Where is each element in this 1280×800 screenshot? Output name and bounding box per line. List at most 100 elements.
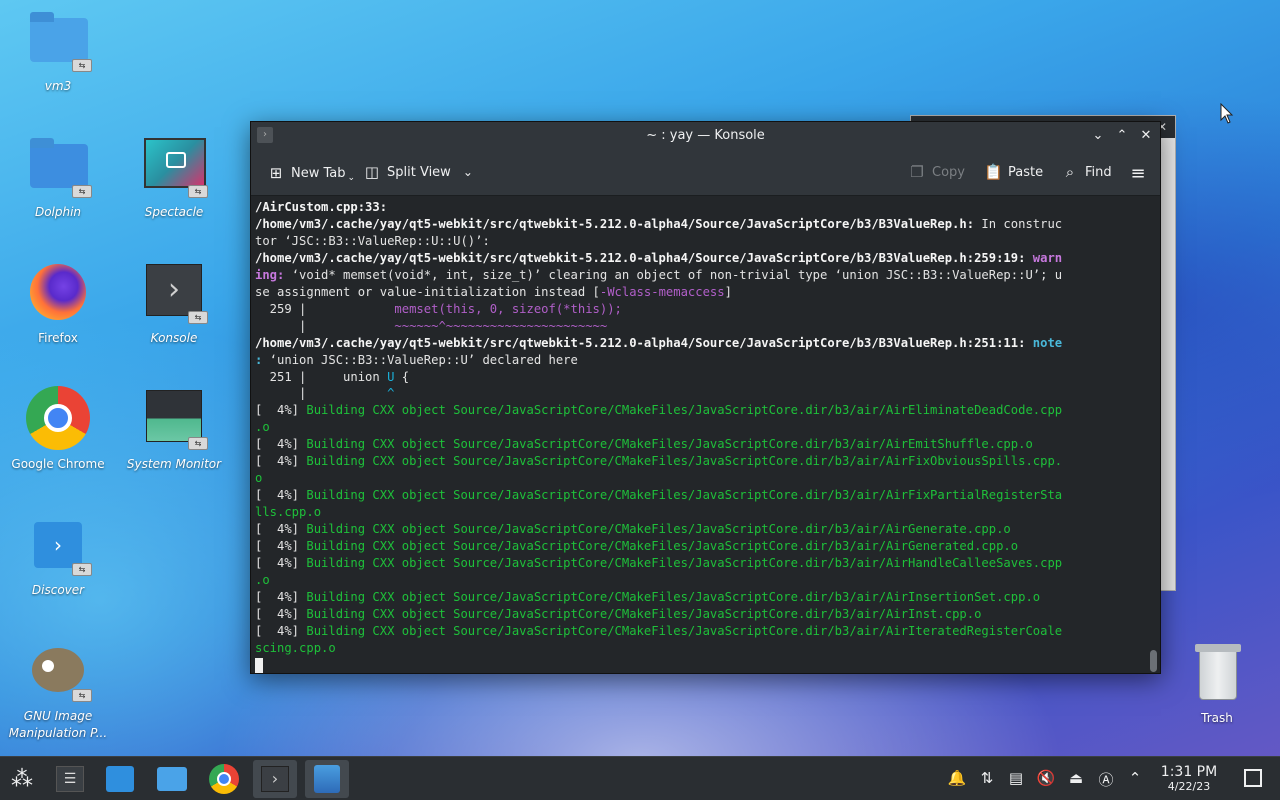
terminal-line: se assignment or value-initialization in…	[255, 284, 732, 299]
window-title: ~ : yay — Konsole	[646, 128, 765, 143]
firefox-icon	[26, 260, 90, 324]
folder-icon: ⇆	[26, 8, 92, 72]
terminal-line: [ 4%] Building CXX object Source/JavaScr…	[255, 606, 982, 621]
terminal-line: : ‘union JSC::B3::ValueRep::U’ declared …	[255, 352, 578, 367]
desktop-icon-discover[interactable]: › ⇆ Discover	[3, 512, 113, 599]
volume-muted-icon[interactable]: 🔇	[1036, 769, 1056, 787]
new-tab-label: New Tab	[291, 165, 346, 181]
terminal-line: /home/vm3/.cache/yay/qt5-webkit/src/qtwe…	[255, 250, 1063, 265]
settings-icon: ☰	[56, 766, 84, 792]
terminal-line: [ 4%] Building CXX object Source/JavaScr…	[255, 539, 1019, 554]
taskbar: ⁂ ☰ › 🔔 ⇅ ▤ 🔇 ⏏ Ⓐ ⌃ 1:31 PM 4/22/23	[0, 756, 1280, 800]
close-icon[interactable]: ✕	[1138, 126, 1154, 146]
desktop-icon-label: Konsole	[150, 331, 198, 345]
find-button[interactable]: ⌕ Find	[1061, 163, 1112, 181]
konsole-window[interactable]: › ~ : yay — Konsole ⌄ ⌃ ✕ ⊞ New Tab ⌄ ◫ …	[250, 121, 1161, 674]
desktop-icon-label: Firefox	[38, 331, 78, 345]
new-tab-button[interactable]: ⊞ New Tab ⌄	[267, 163, 355, 183]
konsole-icon: › ⇆	[142, 260, 208, 324]
trash-icon	[1185, 640, 1249, 704]
hamburger-menu-button[interactable]: ≡	[1129, 163, 1147, 184]
spectacle-icon: ⇆	[142, 134, 208, 198]
desktop-icon-vm3[interactable]: ⇆ vm3	[3, 8, 113, 95]
terminal-line: [ 4%] Building CXX object Source/JavaScr…	[255, 589, 1041, 604]
terminal-line: [ 4%] Building CXX object Source/JavaScr…	[255, 403, 1063, 418]
notifications-icon[interactable]: 🔔	[947, 769, 967, 787]
paste-icon: 📋	[984, 163, 1003, 181]
konsole-toolbar: ⊞ New Tab ⌄ ◫ Split View ⌄ ❐ Copy 📋 Past…	[251, 150, 1160, 196]
terminal-line: ing: ‘void* memset(void*, int, size_t)’ …	[255, 267, 1063, 282]
chevron-down-icon: ⌄	[462, 165, 473, 179]
desktop-icon-label: vm3	[44, 79, 72, 93]
taskbar-discover[interactable]	[98, 760, 142, 798]
app-icon	[314, 765, 340, 793]
kde-launcher-icon: ⁂	[11, 766, 33, 792]
terminal-scrollbar[interactable]	[1146, 197, 1160, 673]
terminal-line: o	[255, 471, 263, 486]
taskbar-dolphin[interactable]	[150, 760, 194, 798]
split-view-button[interactable]: ◫ Split View ⌄	[363, 163, 473, 181]
desktop-icon-label: Discover	[31, 583, 85, 597]
folder-icon	[157, 767, 187, 791]
taskbar-yakuake[interactable]	[305, 760, 349, 798]
scrollbar-thumb[interactable]	[1150, 650, 1157, 672]
application-launcher[interactable]: ⁂	[0, 760, 44, 798]
input-method-icon[interactable]: Ⓐ	[1096, 769, 1116, 790]
desktop-icon-system-monitor[interactable]: ⇆ System Monitor	[119, 386, 229, 473]
terminal-line: 251 | union U {	[255, 369, 410, 384]
digital-clock[interactable]: 1:31 PM 4/22/23	[1153, 764, 1225, 794]
konsole-titlebar[interactable]: › ~ : yay — Konsole ⌄ ⌃ ✕	[251, 122, 1160, 150]
desktop-icon-trash[interactable]: Trash	[1162, 640, 1272, 727]
terminal-prompt[interactable]	[255, 657, 1146, 673]
terminal-line: [ 4%] Building CXX object Source/JavaScr…	[255, 556, 1063, 571]
network-icon[interactable]: ⇅	[977, 769, 997, 787]
terminal-line: scing.cpp.o	[255, 640, 336, 655]
mouse-pointer-icon	[1220, 103, 1234, 124]
usb-device-icon[interactable]: ⏏	[1066, 769, 1086, 787]
copy-icon: ❐	[910, 163, 924, 181]
paste-label: Paste	[1008, 164, 1044, 180]
terminal-line: [ 4%] Building CXX object Source/JavaScr…	[255, 437, 1033, 452]
menu-icon: ≡	[1130, 163, 1146, 184]
terminal-line: tor ‘JSC::B3::ValueRep::U::U()’:	[255, 233, 490, 248]
maximize-icon[interactable]: ⌃	[1114, 126, 1130, 146]
terminal-line: 259 | memset(this, 0, sizeof(*this));	[255, 301, 622, 316]
show-desktop-icon[interactable]	[1244, 769, 1262, 787]
terminal-output[interactable]: /AirCustom.cpp:33: /home/vm3/.cache/yay/q…	[251, 197, 1146, 673]
clipboard-icon[interactable]: ▤	[1006, 769, 1026, 787]
chevron-down-icon: ⌄	[347, 173, 356, 183]
minimize-icon[interactable]: ⌄	[1090, 126, 1106, 146]
discover-icon: › ⇆	[26, 512, 92, 576]
dolphin-icon: ⇆	[26, 134, 92, 198]
desktop-icon-spectacle[interactable]: ⇆ Spectacle	[119, 134, 229, 221]
desktop-icon-konsole[interactable]: › ⇆ Konsole	[119, 260, 229, 347]
desktop-icon-label: Google Chrome	[11, 457, 105, 471]
copy-label: Copy	[932, 164, 965, 180]
chevron-up-icon[interactable]: ⌃	[1125, 769, 1145, 787]
clock-date: 4/22/23	[1167, 780, 1211, 793]
desktop-icon-label: Spectacle	[144, 205, 204, 219]
desktop-icon-label: GNU Image Manipulation P...	[8, 709, 108, 740]
chrome-icon	[26, 386, 90, 450]
paste-button[interactable]: 📋 Paste	[984, 163, 1043, 181]
desktop-icon-firefox[interactable]: Firefox	[3, 260, 113, 347]
taskbar-settings[interactable]: ☰	[48, 760, 92, 798]
search-icon: ⌕	[1065, 163, 1075, 181]
system-monitor-icon: ⇆	[142, 386, 208, 450]
taskbar-konsole[interactable]: ›	[253, 760, 297, 798]
terminal-line: .o	[255, 420, 270, 435]
find-label: Find	[1085, 164, 1112, 180]
desktop-icon-label: System Monitor	[126, 457, 222, 471]
desktop-icon-gimp[interactable]: ⇆ GNU Image Manipulation P...	[3, 638, 113, 742]
copy-button[interactable]: ❐ Copy	[908, 163, 965, 181]
terminal-line: /home/vm3/.cache/yay/qt5-webkit/src/qtwe…	[255, 216, 1063, 231]
taskbar-chrome[interactable]	[202, 760, 246, 798]
terminal-line: [ 4%] Building CXX object Source/JavaScr…	[255, 522, 1011, 537]
desktop-icon-dolphin[interactable]: ⇆ Dolphin	[3, 134, 113, 221]
terminal-line: | ^	[255, 386, 395, 401]
desktop-icon-google-chrome[interactable]: Google Chrome	[3, 386, 113, 473]
text-cursor	[255, 657, 263, 673]
terminal-line: lls.cpp.o	[255, 505, 322, 520]
split-view-label: Split View	[387, 164, 451, 180]
konsole-icon: ›	[261, 766, 289, 792]
